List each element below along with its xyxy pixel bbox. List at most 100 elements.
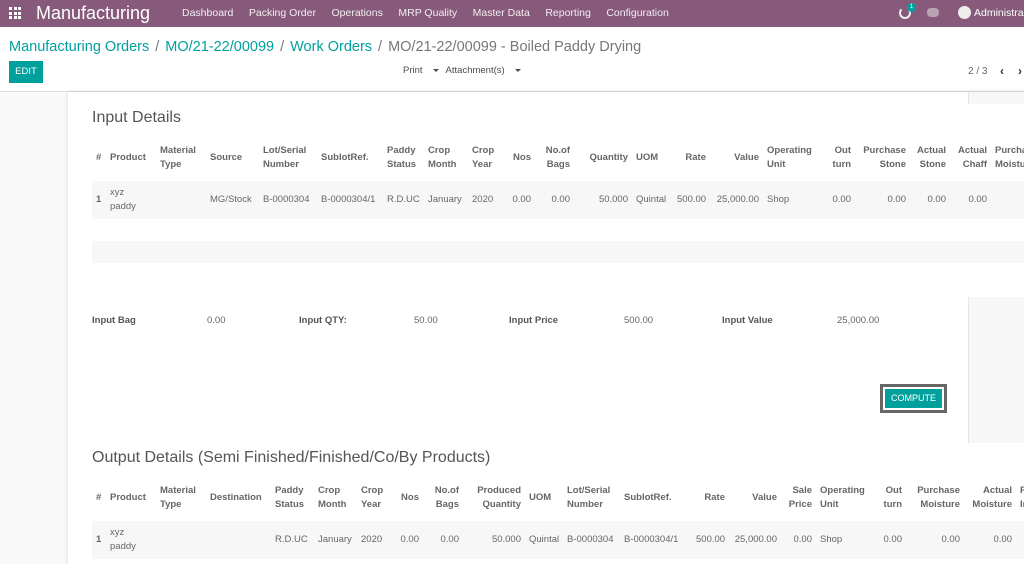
print-dropdown[interactable]: Print — [403, 65, 439, 76]
column-header[interactable]: Crop Year — [357, 475, 392, 521]
column-header[interactable]: UOM — [632, 135, 673, 181]
table-cell: 500.00 — [673, 181, 710, 219]
menu-configuration[interactable]: Configuration — [606, 7, 668, 19]
table-row[interactable]: 1 xyz paddy R.D.UC January 2020 0.00 0.00 50.00… — [92, 521, 1024, 559]
column-header[interactable]: Actual Stone — [910, 135, 950, 181]
column-header[interactable]: Actual Moisture — [964, 475, 1016, 521]
chat-icon[interactable] — [927, 8, 939, 17]
column-header[interactable]: Paddy Status — [271, 475, 314, 521]
column-header[interactable]: Value — [729, 475, 781, 521]
column-header[interactable]: Product — [106, 135, 156, 181]
column-header[interactable]: Actual Chaff — [950, 135, 991, 181]
input-price-label: Input Price — [509, 315, 559, 326]
table-cell: 1 — [92, 521, 106, 559]
column-header[interactable]: Produced Quantity — [463, 475, 525, 521]
table-row[interactable]: 1 xyz paddy MG/Stock B-0000304 B-0000304/1 R.… — [92, 181, 1024, 219]
menu-mrp-quality[interactable]: MRP Quality — [398, 7, 457, 19]
breadcrumb-separator: / — [378, 39, 383, 55]
table-cell: 0.00 — [910, 181, 950, 219]
column-header[interactable]: # — [92, 475, 106, 521]
table-cell: Quintal — [525, 521, 563, 559]
apps-grid-icon[interactable] — [9, 7, 21, 19]
table-cell — [156, 181, 206, 219]
column-header[interactable]: Material Type — [156, 475, 206, 521]
chatter-panel-top — [968, 92, 1024, 104]
column-header[interactable]: Purchase Moisture — [906, 475, 964, 521]
column-header[interactable]: Material Type — [156, 135, 206, 181]
table-cell: 0.00 — [855, 181, 910, 219]
column-header[interactable]: Out turn — [818, 135, 855, 181]
column-header[interactable]: P In — [1016, 475, 1024, 521]
column-header[interactable]: SublotRef. — [317, 135, 383, 181]
table-cell: B-0000304 — [259, 181, 317, 219]
table-cell: 0.00 — [906, 521, 964, 559]
add-line-row[interactable] — [92, 241, 1024, 263]
column-header[interactable]: Sale Price — [781, 475, 816, 521]
pager-next-icon[interactable]: › — [1018, 64, 1022, 78]
breadcrumb-mo[interactable]: MO/21-22/00099 — [165, 39, 274, 55]
table-header-row: # Product Material Type Destination Paddy St… — [92, 475, 1024, 521]
column-header[interactable]: # — [92, 135, 106, 181]
breadcrumb-separator: / — [155, 39, 160, 55]
column-header[interactable]: Lot/Serial Number — [259, 135, 317, 181]
compute-button-focus-ring: COMPUTE — [880, 384, 947, 413]
column-header[interactable]: Out turn — [874, 475, 906, 521]
app-title[interactable]: Manufacturing — [36, 3, 150, 24]
column-header[interactable]: Rate — [692, 475, 729, 521]
column-header[interactable]: Operating Unit — [763, 135, 818, 181]
table-header-row: # Product Material Type Source Lot/Serial Nu… — [92, 135, 1024, 181]
action-dropdowns: Print Attachment(s) — [403, 65, 528, 76]
column-header[interactable]: Purchase Stone — [855, 135, 910, 181]
column-header[interactable]: Crop Month — [424, 135, 468, 181]
input-bag-label: Input Bag — [92, 315, 136, 326]
edit-button[interactable]: EDIT — [9, 61, 43, 83]
breadcrumb-current: MO/21-22/00099 - Boiled Paddy Drying — [388, 39, 642, 55]
input-bag-value: 0.00 — [207, 315, 226, 326]
menu-operations[interactable]: Operations — [332, 7, 383, 19]
menu-packing-order[interactable]: Packing Order — [249, 7, 316, 19]
activity-count-badge: 1 — [907, 3, 916, 12]
compute-button[interactable]: COMPUTE — [885, 389, 942, 408]
table-cell: 25,000.00 — [710, 181, 763, 219]
table-cell: B-0000304 — [563, 521, 620, 559]
pager-value[interactable]: 2 / 3 — [968, 66, 987, 77]
user-menu[interactable]: Administra — [974, 7, 1024, 19]
breadcrumb: Manufacturing Orders / MO/21-22/00099 / Work… — [9, 39, 641, 55]
column-header[interactable]: Quantity — [574, 135, 632, 181]
column-header[interactable]: Lot/Serial Number — [563, 475, 620, 521]
column-header[interactable]: No.of Bags — [535, 135, 574, 181]
breadcrumb-work-orders[interactable]: Work Orders — [290, 39, 372, 55]
table-cell: 0.00 — [392, 521, 423, 559]
attachments-dropdown[interactable]: Attachment(s) — [446, 65, 521, 76]
column-header[interactable]: UOM — [525, 475, 563, 521]
breadcrumb-manufacturing-orders[interactable]: Manufacturing Orders — [9, 39, 149, 55]
column-header[interactable]: SublotRef. — [620, 475, 692, 521]
column-header[interactable]: Rate — [673, 135, 710, 181]
column-header[interactable]: Destination — [206, 475, 271, 521]
column-header[interactable]: Source — [206, 135, 259, 181]
output-details-title: Output Details (Semi Finished/Finished/C… — [92, 449, 491, 466]
top-navbar: Manufacturing Dashboard Packing Order Op… — [0, 0, 1024, 27]
column-header[interactable]: Product — [106, 475, 156, 521]
column-header[interactable]: No.of Bags — [423, 475, 463, 521]
pager-previous-icon[interactable]: ‹ — [1000, 64, 1004, 78]
user-avatar[interactable] — [958, 6, 971, 19]
table-cell — [156, 521, 206, 559]
column-header[interactable]: Purcha Moistu — [991, 135, 1024, 181]
column-header[interactable]: Crop Month — [314, 475, 357, 521]
column-header[interactable]: Value — [710, 135, 763, 181]
column-header[interactable]: Nos — [392, 475, 423, 521]
column-header[interactable]: Crop Year — [468, 135, 504, 181]
column-header[interactable]: Nos — [504, 135, 535, 181]
input-price-value: 500.00 — [624, 315, 654, 326]
table-cell: 500.00 — [692, 521, 729, 559]
main-menu: Dashboard Packing Order Operations MRP Q… — [182, 7, 684, 19]
menu-reporting[interactable]: Reporting — [545, 7, 591, 19]
menu-master-data[interactable]: Master Data — [473, 7, 530, 19]
table-cell: 0.00 — [423, 521, 463, 559]
column-header[interactable]: Paddy Status — [383, 135, 424, 181]
column-header[interactable]: Operating Unit — [816, 475, 874, 521]
table-cell: 0.00 — [535, 181, 574, 219]
menu-dashboard[interactable]: Dashboard — [182, 7, 233, 19]
input-details-title: Input Details — [92, 109, 181, 126]
